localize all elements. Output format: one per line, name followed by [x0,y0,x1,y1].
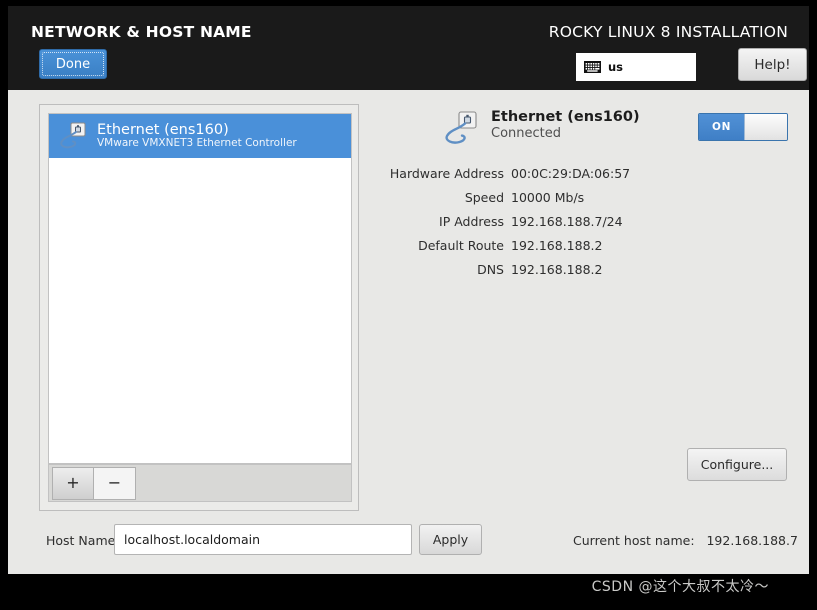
installer-window: NETWORK & HOST NAME Done ROCKY LINUX 8 I… [0,0,817,610]
info-label: DNS [477,262,504,277]
configure-button-label: Configure... [700,457,774,472]
keyboard-icon [584,61,601,73]
done-button-label: Done [55,56,91,72]
device-info-table: Hardware Address 00:0C:29:DA:06:57 Speed… [368,166,798,286]
table-row: DNS 192.168.188.2 [368,262,798,277]
device-connection-state: Connected [491,126,562,142]
device-detail-pane: Ethernet (ens160) Connected ON Hardware … [368,104,798,511]
apply-button-label: Apply [432,532,469,547]
wired-network-icon [445,111,477,144]
device-list-toolbar: + − [48,464,352,502]
current-hostname: Current host name: 192.168.188.7 [573,533,798,548]
info-label: Hardware Address [389,166,504,181]
info-value: 192.168.188.2 [511,238,603,253]
table-row: IP Address 192.168.188.7/24 [368,214,798,229]
add-device-button[interactable]: + [52,466,94,500]
help-button[interactable]: Help! [738,48,807,81]
content-area: Ethernet (ens160) VMware VMXNET3 Etherne… [8,90,809,595]
device-detail-title: Ethernet (ens160) [491,109,640,125]
help-button-label: Help! [754,56,791,73]
watermark: CSDN @这个大叔不太冷～ [591,579,769,595]
info-value: 00:0C:29:DA:06:57 [511,166,631,181]
toggle-knob[interactable] [744,114,787,140]
done-button[interactable]: Done [39,49,107,79]
configure-button[interactable]: Configure... [687,448,787,481]
info-label: IP Address [439,214,504,229]
device-name: Ethernet (ens160) [97,122,229,138]
hostname-label: Host Name: [46,533,120,548]
info-label: Default Route [418,238,504,253]
product-title: ROCKY LINUX 8 INSTALLATION [548,23,788,41]
keyboard-layout-label: us [608,60,624,74]
device-list[interactable]: Ethernet (ens160) VMware VMXNET3 Etherne… [48,113,352,464]
remove-device-label: − [107,473,122,492]
info-value: 10000 Mb/s [511,190,585,205]
device-detail-header: Ethernet (ens160) Connected [444,108,640,148]
hostname-input[interactable] [114,524,412,555]
device-description: VMware VMXNET3 Ethernet Controller [97,137,297,150]
list-item-text: Ethernet (ens160) VMware VMXNET3 Etherne… [97,122,297,150]
device-list-panel: Ethernet (ens160) VMware VMXNET3 Etherne… [39,104,359,511]
remove-device-button[interactable]: − [94,466,136,500]
page-title: NETWORK & HOST NAME [31,23,252,41]
device-power-toggle[interactable]: ON [698,113,788,141]
device-detail-heading: Ethernet (ens160) Connected [491,108,640,142]
info-label: Speed [464,190,504,205]
table-row: Hardware Address 00:0C:29:DA:06:57 [368,166,798,181]
apply-button[interactable]: Apply [419,524,482,555]
add-device-label: + [66,473,80,492]
hostname-row: Host Name: Apply Current host name: 192.… [8,522,809,562]
table-row: Speed 10000 Mb/s [368,190,798,205]
table-row: Default Route 192.168.188.2 [368,238,798,253]
info-value: 192.168.188.2 [511,262,603,277]
wired-network-icon [60,122,86,149]
keyboard-layout-indicator[interactable]: us [576,53,696,81]
info-value: 192.168.188.7/24 [511,214,623,229]
toggle-on-label: ON [699,114,744,140]
list-item[interactable]: Ethernet (ens160) VMware VMXNET3 Etherne… [49,114,351,158]
header-bar: NETWORK & HOST NAME Done ROCKY LINUX 8 I… [8,6,809,90]
